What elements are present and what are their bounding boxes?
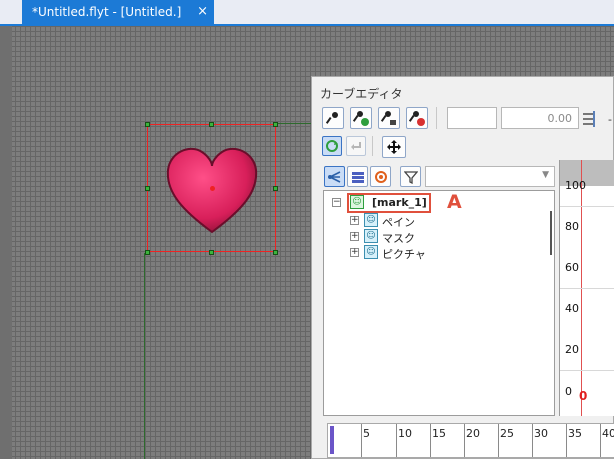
timeline-tick-label: 20: [466, 427, 480, 440]
timeline-tick: [396, 424, 397, 457]
resize-handle[interactable]: [209, 250, 214, 255]
grid-line: [560, 370, 614, 371]
timeline-tick-label: 5: [363, 427, 370, 440]
document-tab-strip: *Untitled.flyt - [Untitled.] ×: [0, 0, 614, 26]
highlight-box: [347, 193, 431, 213]
tree-item-label: ペイン: [382, 216, 415, 229]
timeline-tick: [566, 424, 567, 457]
animation-tree: − ☺ [mark_1] + ☺ ペイン + ☺ マスク + ☺ ピクチャ: [323, 190, 555, 416]
tree-item-label: マスク: [382, 232, 415, 245]
tree-item-label: ピクチャ: [382, 248, 426, 261]
expand-icon[interactable]: +: [350, 248, 359, 257]
fit-view-button[interactable]: [382, 136, 406, 158]
value-field[interactable]: 0.00: [501, 107, 579, 129]
key-button[interactable]: [322, 107, 344, 129]
grid-line: [560, 288, 614, 289]
filter-button[interactable]: [400, 166, 421, 187]
callout-label: A: [447, 191, 462, 213]
resize-handle[interactable]: [145, 186, 150, 191]
timeline-tick-label: 15: [432, 427, 446, 440]
toolbar-separator: [372, 136, 373, 156]
y-tick-label: 80: [565, 220, 579, 233]
current-frame-marker: 0: [579, 389, 588, 403]
document-tab-title: *Untitled.flyt - [Untitled.]: [32, 5, 182, 19]
close-icon[interactable]: ×: [197, 0, 208, 24]
list-icon: [351, 171, 364, 183]
timeline-tick-label: 35: [568, 427, 582, 440]
list-view-button[interactable]: [347, 166, 368, 187]
y-tick-label: 0: [565, 385, 572, 398]
return-button[interactable]: [346, 136, 366, 156]
curve-editor-panel: カーブエディタ 0.00 - ▼ − ☺ [mark_1] + ☺ ペイン + …: [311, 76, 614, 459]
align-icon[interactable]: [582, 111, 596, 127]
y-tick-label: 40: [565, 302, 579, 315]
timeline-tick: [430, 424, 431, 457]
y-tick-label: 60: [565, 261, 579, 274]
refresh-icon: [326, 140, 338, 152]
key-edit-button[interactable]: [378, 107, 400, 129]
sync-button[interactable]: [370, 166, 391, 187]
timeline-tick: [532, 424, 533, 457]
delete-key-button[interactable]: [406, 107, 428, 129]
refresh-toggle-button[interactable]: [322, 136, 342, 156]
pivot-point[interactable]: [210, 186, 215, 191]
playhead[interactable]: [330, 426, 334, 454]
expand-icon[interactable]: +: [350, 216, 359, 225]
collapse-icon[interactable]: −: [332, 198, 341, 207]
toolbar-overflow: -: [608, 113, 612, 126]
filter-icon: [403, 170, 418, 184]
timeline-tick: [498, 424, 499, 457]
resize-handle[interactable]: [273, 250, 278, 255]
mask-icon: ☺: [364, 229, 378, 243]
key-edit-icon: [381, 111, 396, 125]
resize-handle[interactable]: [273, 122, 278, 127]
timeline-tick-label: 40: [602, 427, 614, 440]
value-text: 0.00: [547, 112, 573, 125]
pane-icon: ☺: [364, 213, 378, 227]
curve-graph[interactable]: 100 80 60 40 20 0 0: [559, 160, 614, 416]
chevron-down-icon: ▼: [542, 170, 549, 180]
tree-scrollbar[interactable]: [550, 211, 552, 255]
timeline-tick: [361, 424, 362, 457]
timeline-tick-label: 30: [534, 427, 548, 440]
move-arrows-icon: [387, 140, 401, 154]
add-key-icon: [353, 111, 369, 126]
y-tick-label: 100: [565, 179, 586, 192]
timeline-ruler[interactable]: 5 10 15 20 25 30 35 40: [327, 423, 614, 458]
resize-handle[interactable]: [145, 122, 150, 127]
panel-title: カーブエディタ: [320, 87, 403, 101]
sync-icon: [374, 170, 387, 183]
picture-icon: ☺: [364, 245, 378, 259]
tree-view-button[interactable]: [324, 166, 345, 187]
canvas-left-strip: [0, 26, 12, 459]
return-arrow-icon: [351, 142, 361, 150]
delete-key-icon: [409, 111, 425, 126]
timeline-tick-label: 10: [398, 427, 412, 440]
frame-line: [278, 123, 314, 124]
resize-handle[interactable]: [145, 250, 150, 255]
key-icon: [326, 112, 338, 124]
timeline-tick: [464, 424, 465, 457]
tree-icon: [327, 170, 340, 183]
grid-line: [560, 206, 614, 207]
resize-handle[interactable]: [209, 122, 214, 127]
timeline-tick-label: 25: [500, 427, 514, 440]
filter-combo[interactable]: ▼: [425, 166, 555, 187]
toolbar-separator: [436, 107, 437, 129]
add-key-button[interactable]: [350, 107, 372, 129]
expand-icon[interactable]: +: [350, 232, 359, 241]
frame-field[interactable]: [447, 107, 497, 129]
frame-line: [144, 253, 145, 459]
timeline-tick: [600, 424, 601, 457]
resize-handle[interactable]: [273, 186, 278, 191]
y-tick-label: 20: [565, 343, 579, 356]
document-tab[interactable]: *Untitled.flyt - [Untitled.] ×: [22, 0, 214, 24]
